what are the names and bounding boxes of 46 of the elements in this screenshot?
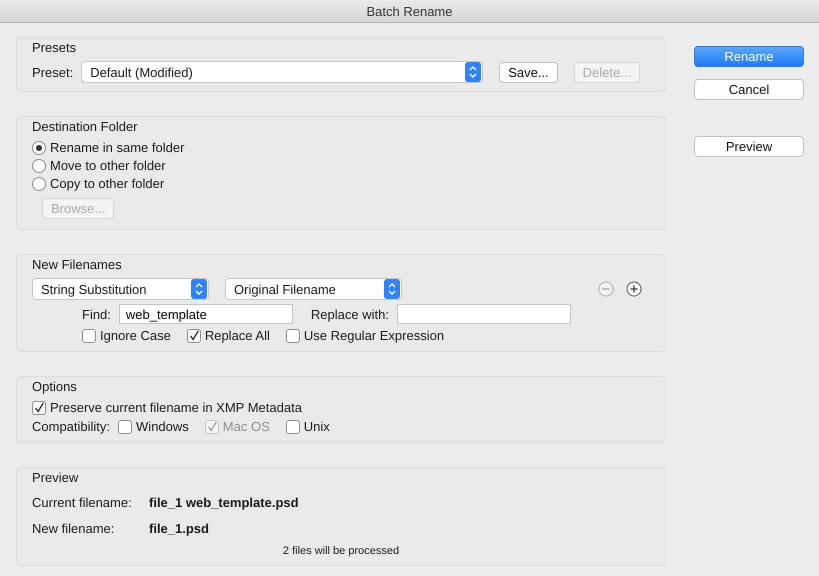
radio-label: Copy to other folder <box>50 176 164 191</box>
dialog-button[interactable]: Cancel <box>694 79 804 100</box>
preset-dropdown[interactable]: Default (Modified) <box>81 61 484 83</box>
checkbox-label: Use Regular Expression <box>304 328 444 343</box>
add-icon[interactable] <box>626 281 642 297</box>
compatibility-label: Compatibility: <box>32 419 110 434</box>
filename-label: New filename: <box>32 520 116 536</box>
radio-label: Move to other folder <box>50 158 166 173</box>
radio-label: Rename in same folder <box>50 140 184 155</box>
dropdown[interactable]: Original Filename <box>225 278 402 300</box>
checkbox-label: Preserve current filename in XMP Metadata <box>50 400 302 415</box>
checkbox[interactable] <box>286 420 300 434</box>
preset-button[interactable]: Save... <box>499 62 558 82</box>
section-title: Options <box>32 379 77 394</box>
checkbox-label: Windows <box>136 419 189 434</box>
section-title: New Filenames <box>32 257 122 272</box>
chevron-icon <box>384 279 400 299</box>
checkbox[interactable] <box>82 328 96 342</box>
checkbox-label: Replace All <box>204 328 270 343</box>
chevron-icon <box>465 62 482 82</box>
section-title: Destination Folder <box>32 119 138 134</box>
section-title: Preview <box>32 470 78 485</box>
summary-text: 2 files will be processed <box>282 545 400 557</box>
dialog-button[interactable]: Preview <box>694 136 804 157</box>
checkbox[interactable] <box>286 328 300 342</box>
radio-button[interactable] <box>32 158 46 172</box>
checkbox[interactable] <box>118 420 132 434</box>
checkbox[interactable] <box>32 400 46 414</box>
checkbox-label: Mac OS <box>222 419 270 434</box>
section-title: Presets <box>32 40 76 55</box>
dropdown[interactable]: String Substitution <box>32 278 209 300</box>
filename-label: Current filename: <box>32 494 133 510</box>
window-title: Batch Rename <box>366 4 452 18</box>
filename-value: file_1 web_template.psd <box>149 494 299 510</box>
find-field[interactable]: web_template <box>118 304 293 324</box>
checkbox-label: Ignore Case <box>100 328 171 343</box>
replace-label: Replace with: <box>310 306 389 322</box>
checkbox-label: Unix <box>304 419 330 434</box>
replace-field[interactable] <box>396 304 571 324</box>
filename-value: file_1.psd <box>149 520 209 536</box>
checkbox[interactable] <box>186 328 201 342</box>
find-label: Find: <box>82 306 111 322</box>
chevron-icon <box>191 279 207 299</box>
radio-button[interactable] <box>32 176 46 190</box>
radio-button[interactable] <box>32 140 46 154</box>
preset-label: Preset: <box>32 64 74 80</box>
